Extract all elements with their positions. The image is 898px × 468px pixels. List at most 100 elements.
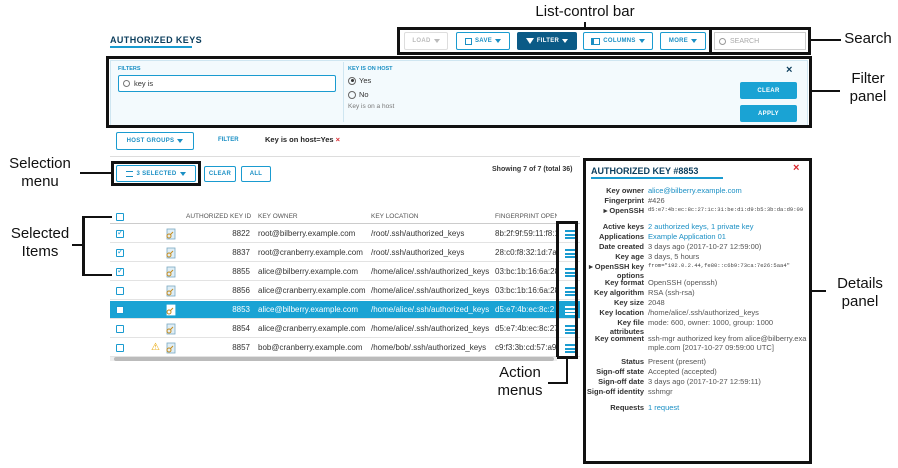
- clear-selection-label: CLEAR: [208, 171, 232, 177]
- col-header-location[interactable]: KEY LOCATION: [371, 213, 418, 220]
- row-checkbox[interactable]: [116, 344, 124, 352]
- detail-row: Sign-off date 3 days ago (2017-10-27 12:…: [586, 377, 808, 386]
- row-checkbox[interactable]: [116, 266, 124, 276]
- detail-value[interactable]: Example Application 01: [648, 232, 808, 241]
- warning-icon: ⚠: [151, 342, 160, 353]
- row-location: /root/.ssh/authorized_keys: [371, 248, 465, 257]
- table-row[interactable]: 8822 root@bilberry.example.com /root/.ss…: [110, 225, 580, 243]
- col-header-owner[interactable]: KEY OWNER: [258, 213, 298, 220]
- title-underline: [110, 46, 192, 48]
- detail-key: Date created: [598, 242, 644, 251]
- detail-value: 3 days ago (2017-10-27 12:59:11): [648, 377, 761, 386]
- detail-value: 2048: [648, 298, 665, 307]
- select-all-label: ALL: [249, 171, 263, 177]
- row-owner: alice@bilberry.example.com: [258, 305, 359, 314]
- selected-items-bracket: [82, 216, 85, 276]
- detail-value[interactable]: alice@bilberry.example.com: [648, 186, 808, 195]
- detail-value[interactable]: 2 authorized keys, 1 private key: [648, 222, 808, 231]
- row-location: /home/alice/.ssh/authorized_keys: [371, 305, 490, 314]
- key-file-icon: [165, 247, 176, 259]
- details-title: AUTHORIZED KEY #8853: [591, 166, 699, 176]
- col-header-id[interactable]: AUTHORIZED KEY ID: [186, 213, 251, 220]
- horizontal-scrollbar[interactable]: [110, 357, 557, 361]
- row-checkbox[interactable]: [116, 247, 124, 257]
- detail-row: Sign-off state Accepted (accepted): [586, 367, 808, 376]
- detail-key: Sign-off state: [596, 367, 644, 376]
- filter-link[interactable]: FILTER: [218, 137, 239, 143]
- detail-row: Key size 2048: [586, 298, 808, 307]
- table-row[interactable]: 8856 alice@cranberry.example.com /home/a…: [110, 282, 580, 300]
- detail-key: Sign-off date: [598, 377, 644, 386]
- row-id: 8853: [232, 305, 250, 314]
- detail-row: ▸ OpenSSH d5:e7:4b:ec:8c:27:1c:31:be:d1:…: [586, 206, 808, 215]
- clear-selection-button[interactable]: CLEAR: [204, 166, 236, 182]
- filter-panel-highlight: [106, 56, 812, 128]
- detail-value: Present (present): [648, 357, 706, 366]
- selection-menu-highlight: [111, 161, 201, 186]
- row-checkbox[interactable]: [116, 228, 124, 238]
- row-fingerprint: d5:e7:4b:ec:8c:27: [495, 324, 559, 333]
- callout-filter-panel: Filter panel: [849, 70, 887, 105]
- page-title: AUTHORIZED KEYS: [110, 35, 203, 45]
- callout-selection-menu: Selection menu: [9, 155, 71, 190]
- table-row[interactable]: 8853 alice@bilberry.example.com /home/al…: [110, 301, 580, 319]
- detail-key: Key algorithm: [593, 288, 644, 297]
- row-owner: alice@bilberry.example.com: [258, 267, 359, 276]
- key-file-icon: [165, 342, 176, 354]
- select-all-button[interactable]: ALL: [241, 166, 271, 182]
- detail-value: sshmgr: [648, 387, 673, 396]
- detail-row: Key algorithm RSA (ssh-rsa): [586, 288, 808, 297]
- detail-row: Status Present (present): [586, 357, 808, 366]
- detail-value: 3 days, 5 hours: [648, 252, 700, 261]
- callout-details-panel: Details panel: [837, 275, 883, 310]
- row-checkbox[interactable]: [116, 325, 124, 333]
- callout-search: Search: [844, 30, 892, 47]
- row-fingerprint: c9:f3:3b:cd:57:a9: [495, 343, 557, 352]
- row-owner: root@cranberry.example.com: [258, 248, 363, 257]
- detail-key: Fingerprint: [604, 196, 644, 205]
- detail-row: Key age 3 days, 5 hours: [586, 252, 808, 261]
- detail-row: Sign-off identity sshmgr: [586, 387, 808, 396]
- active-filter-chip: Key is on host=Yes ×: [265, 135, 340, 144]
- row-location: /home/bob/.ssh/authorized_keys: [371, 343, 487, 352]
- detail-value: d5:e7:4b:ec:8c:27:1c:31:be:d1:d9:b5:3b:d…: [648, 206, 804, 213]
- scrollbar-thumb[interactable]: [114, 357, 554, 361]
- table-row[interactable]: 8855 alice@bilberry.example.com /home/al…: [110, 263, 580, 281]
- detail-key: Key size: [613, 298, 644, 307]
- detail-key: Requests: [610, 403, 644, 412]
- detail-row: Fingerprint #426: [586, 196, 808, 205]
- key-file-icon: [165, 228, 176, 240]
- table-row[interactable]: 8837 root@cranberry.example.com /root/.s…: [110, 244, 580, 262]
- row-fingerprint: 8b:2f:9f:59:11:f8:1: [495, 229, 559, 238]
- row-checkbox[interactable]: [116, 287, 124, 295]
- row-id: 8856: [232, 286, 250, 295]
- detail-row: Date created 3 days ago (2017-10-27 12:5…: [586, 242, 808, 251]
- row-fingerprint: 03:bc:1b:16:6a:28: [495, 286, 559, 295]
- row-id: 8822: [232, 229, 250, 238]
- action-menus-highlight: [556, 221, 578, 359]
- table-row[interactable]: ⚠ 8857 bob@cranberry.example.com /home/b…: [110, 339, 580, 357]
- detail-row: Applications Example Application 01: [586, 232, 808, 241]
- detail-value[interactable]: 1 request: [648, 403, 808, 412]
- selected-items-bracket-top: [82, 216, 112, 218]
- row-id: 8857: [232, 343, 250, 352]
- detail-value: ssh-mgr authorized key from alice@bilber…: [648, 334, 807, 352]
- key-file-icon: [165, 304, 176, 316]
- row-owner: alice@cranberry.example.com: [258, 286, 366, 295]
- host-groups-button[interactable]: HOST GROUPS: [116, 132, 194, 150]
- remove-filter-icon[interactable]: ×: [336, 135, 340, 144]
- table-row[interactable]: 8854 alice@cranberry.example.com /home/a…: [110, 320, 580, 338]
- detail-key: Key owner: [606, 186, 644, 195]
- select-all-checkbox[interactable]: [116, 213, 124, 221]
- detail-key: Key location: [599, 308, 644, 317]
- row-checkbox[interactable]: [116, 306, 124, 314]
- detail-key: Applications: [598, 232, 644, 241]
- row-id: 8855: [232, 267, 250, 276]
- col-header-fingerprint[interactable]: FINGERPRINT OPENS: [495, 213, 557, 220]
- selected-items-bracket-bottom: [82, 274, 112, 276]
- detail-key: Status: [621, 357, 644, 366]
- callout-list-control-bar: List-control bar: [535, 3, 635, 20]
- details-title-underline: [591, 177, 723, 179]
- details-close-icon[interactable]: ×: [793, 162, 799, 174]
- detail-key: Active keys: [602, 222, 644, 231]
